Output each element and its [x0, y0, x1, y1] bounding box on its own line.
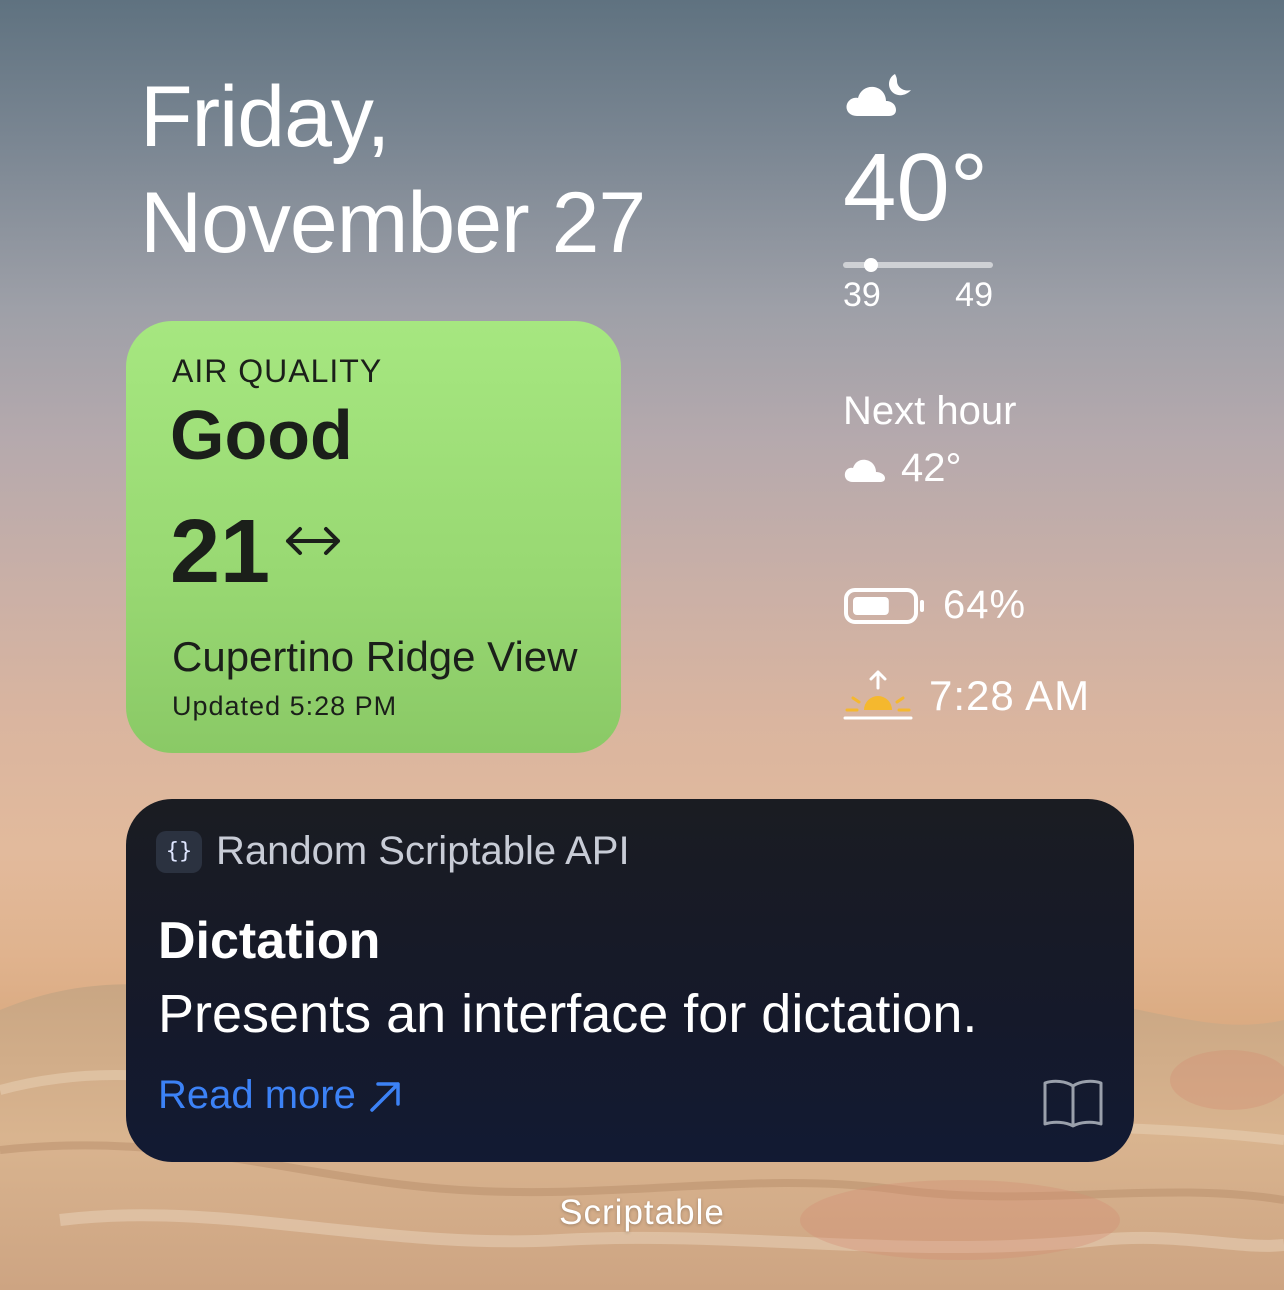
braces-icon: {} [156, 830, 202, 873]
app-label: Scriptable [559, 1193, 725, 1232]
month-day-text: November 27 [140, 175, 646, 271]
read-more-link[interactable]: Read more [158, 1073, 402, 1118]
temperature-range-indicator [863, 258, 878, 272]
temperature-high: 49 [955, 276, 993, 314]
current-temperature: 40° [843, 134, 989, 241]
arrow-up-right-icon [370, 1081, 400, 1112]
weather-widget[interactable]: 40° 39 49 Next hour 42° 64% 7:28 AM [843, 68, 1090, 722]
air-quality-widget[interactable]: AIR QUALITY Good 21 Cupertino Ridge View… [126, 321, 621, 753]
battery-icon [844, 587, 924, 624]
air-quality-location: Cupertino Ridge View [172, 633, 578, 680]
air-quality-updated: Updated 5:28 PM [172, 691, 398, 721]
temperature-range-bar [843, 258, 993, 272]
api-description: Presents an interface for dictation. [158, 984, 978, 1044]
battery-percentage: 64% [943, 583, 1027, 627]
scriptable-api-widget[interactable]: {} Random Scriptable API Dictation Prese… [126, 799, 1134, 1162]
sunrise-icon [843, 670, 913, 720]
date-display: Friday, November 27 [140, 64, 646, 276]
air-quality-label: AIR QUALITY [172, 353, 383, 389]
next-hour-label: Next hour [843, 389, 1017, 433]
left-right-arrow-icon [286, 527, 341, 555]
sunrise-time: 7:28 AM [843, 670, 1090, 722]
air-quality-status: Good [170, 396, 353, 474]
air-quality-value: 21 [170, 502, 271, 602]
temperature-low: 39 [843, 276, 881, 314]
api-name: Dictation [158, 912, 381, 970]
next-hour-temperature: 42° [901, 446, 962, 490]
cloud-icon [844, 459, 885, 482]
widget-header-title: Random Scriptable API [216, 829, 630, 873]
air-quality-index: 21 [170, 501, 342, 604]
sunrise-time-text: 7:28 AM [929, 672, 1091, 719]
book-icon[interactable] [1042, 1078, 1104, 1128]
cloud-moon-icon [846, 74, 911, 116]
read-more-label: Read more [158, 1073, 356, 1117]
battery-status: 64% [843, 583, 1090, 628]
weekday-text: Friday, [140, 69, 390, 165]
